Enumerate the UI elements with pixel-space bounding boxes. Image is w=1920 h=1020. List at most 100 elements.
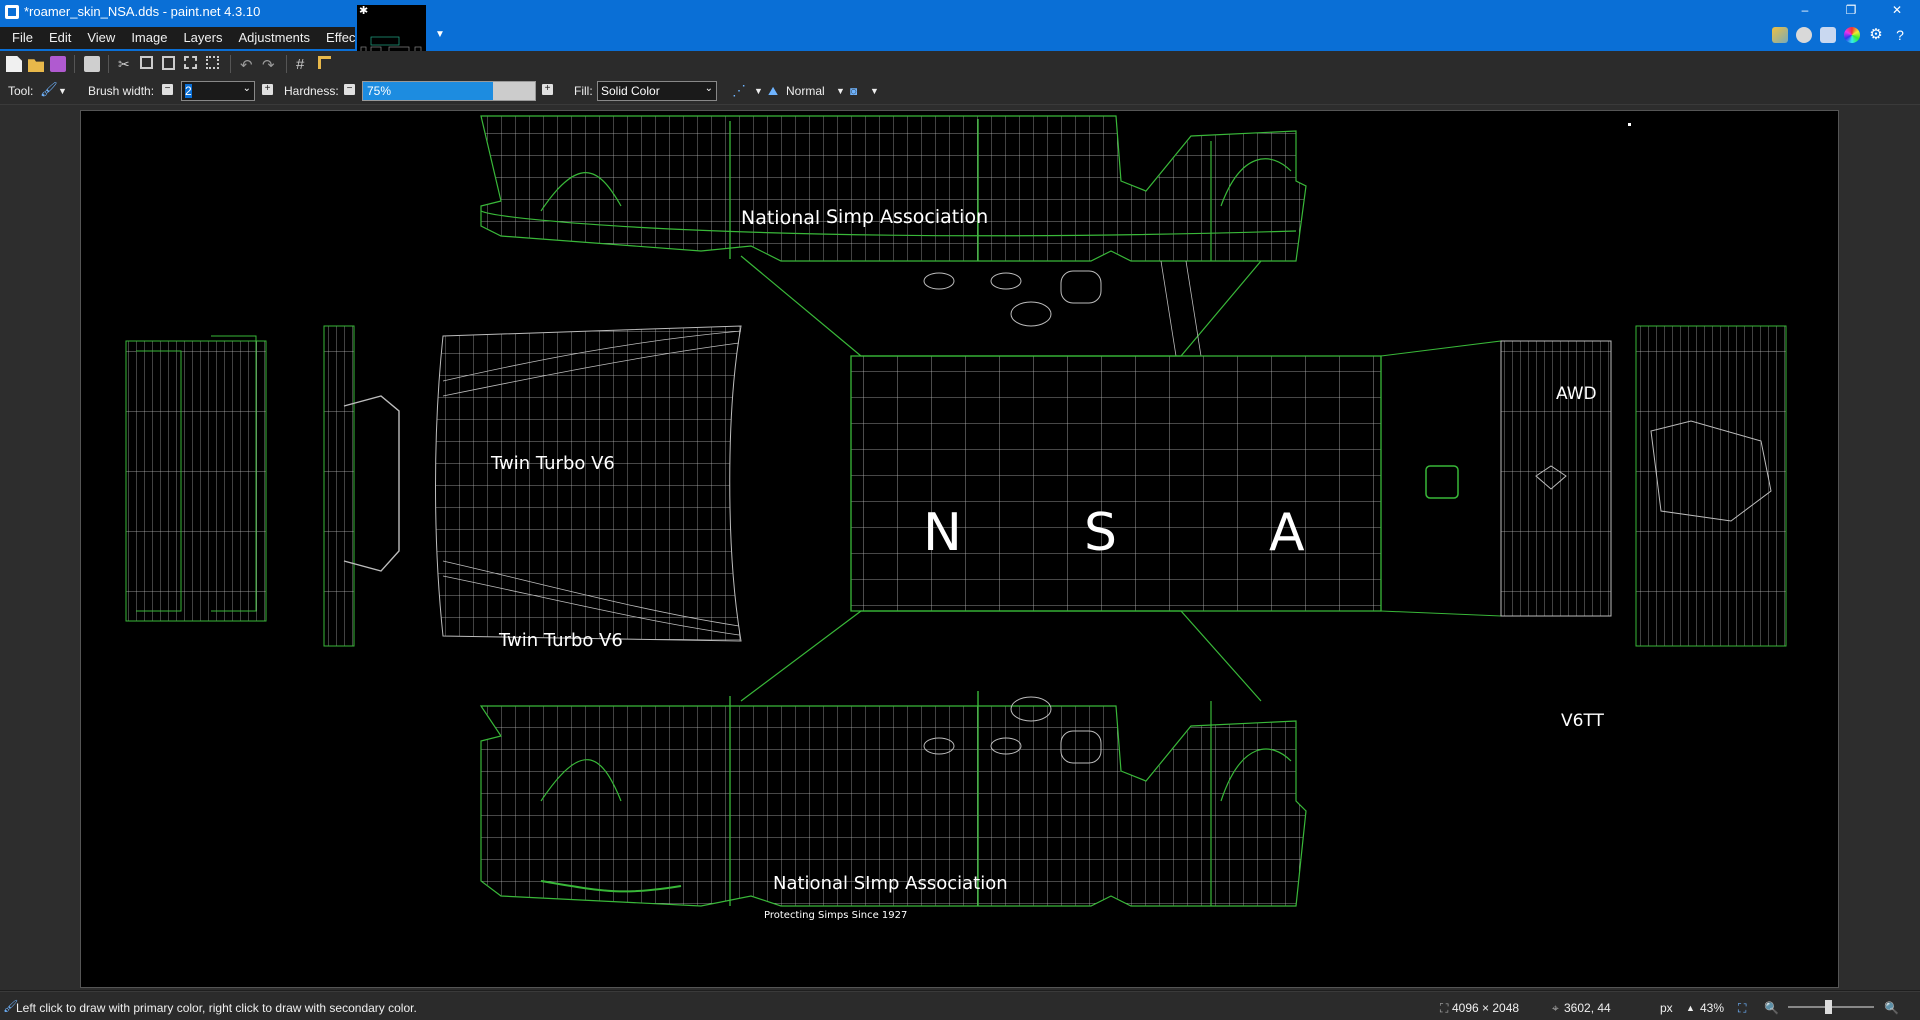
settings-gear-icon[interactable]: ⚙ bbox=[1868, 27, 1884, 43]
rear-bumper-piece bbox=[1635, 325, 1787, 647]
save-file-icon[interactable] bbox=[50, 56, 66, 72]
status-hint: Left click to draw with primary color, r… bbox=[16, 1001, 417, 1015]
hardness-increase-button[interactable]: + bbox=[542, 84, 553, 95]
brush-width-label: Brush width: bbox=[88, 84, 155, 98]
menu-image[interactable]: Image bbox=[123, 27, 175, 49]
paste-icon[interactable] bbox=[162, 56, 175, 70]
top-side-panel bbox=[480, 115, 1307, 357]
copy-icon[interactable] bbox=[140, 56, 153, 69]
window-title: *roamer_skin_NSA.dds - paint.net 4.3.10 bbox=[24, 4, 261, 19]
deselect-icon[interactable] bbox=[206, 56, 219, 69]
undo-icon[interactable]: ↶ bbox=[240, 56, 256, 74]
layers-window-icon[interactable] bbox=[1820, 27, 1836, 43]
bottom-side-panel bbox=[479, 610, 1307, 907]
roof-letter-a: A bbox=[1269, 503, 1305, 563]
open-file-icon[interactable] bbox=[28, 59, 44, 72]
toolbar-separator bbox=[74, 55, 75, 73]
zoom-value[interactable]: 43% bbox=[1700, 1001, 1724, 1015]
selection-mode-chevron-icon[interactable]: ▼ bbox=[870, 86, 879, 96]
canvas-workspace[interactable]: National Simp Association Twin Turbo V6 … bbox=[0, 105, 1920, 990]
hood-panel bbox=[435, 325, 742, 642]
colors-window-icon[interactable] bbox=[1844, 27, 1860, 43]
antialiasing-icon[interactable]: ⋰ bbox=[732, 82, 746, 99]
hardness-slider[interactable]: 75% bbox=[362, 81, 536, 101]
fill-chevron-icon[interactable]: ⌄ bbox=[705, 83, 713, 94]
units-select[interactable]: px bbox=[1660, 1001, 1673, 1015]
close-image-icon[interactable]: ✱ bbox=[359, 4, 368, 17]
menu-layers[interactable]: Layers bbox=[175, 27, 230, 49]
new-file-icon[interactable] bbox=[6, 56, 22, 72]
antialiasing-chevron-icon[interactable]: ▼ bbox=[754, 86, 763, 96]
blend-mode-select[interactable]: Normal bbox=[786, 84, 825, 98]
print-icon[interactable] bbox=[84, 56, 100, 72]
tailgate-text-awd: AWD bbox=[1556, 384, 1597, 404]
side-text-national: National bbox=[741, 207, 821, 229]
paintbrush-tool-icon[interactable]: 🖌 bbox=[40, 81, 58, 98]
fill-select[interactable]: Solid Color ⌄ bbox=[597, 81, 717, 101]
tool-options-bar: Tool: 🖌 ▼ Brush width: − 2 ⌄ + Hardness:… bbox=[0, 77, 1920, 105]
tool-label: Tool: bbox=[8, 84, 34, 98]
grille-piece bbox=[323, 325, 400, 647]
hood-text-twin-turbo-2: Twin Turbo V6 bbox=[499, 630, 623, 651]
hood-text-twin-turbo-1: Twin Turbo V6 bbox=[491, 453, 615, 474]
blend-mode-chevron-icon[interactable]: ▼ bbox=[836, 86, 845, 96]
toolbar-separator bbox=[230, 55, 231, 73]
roof-letter-s: S bbox=[1084, 503, 1118, 563]
side-text-national-simp-association: National SImp Association bbox=[773, 873, 1008, 894]
utility-icons: ⚙ ? bbox=[1772, 27, 1908, 43]
redo-icon[interactable]: ↷ bbox=[262, 56, 278, 74]
tool-chevron-down-icon[interactable]: ▼ bbox=[58, 86, 67, 96]
selection-mode-icon[interactable]: ◙ bbox=[850, 84, 857, 98]
image-canvas[interactable]: National Simp Association Twin Turbo V6 … bbox=[80, 110, 1839, 988]
toolbar-separator bbox=[286, 55, 287, 73]
restore-button[interactable]: ❐ bbox=[1828, 0, 1874, 20]
history-window-icon[interactable] bbox=[1796, 27, 1812, 43]
door-handle-parts-top bbox=[923, 270, 1102, 327]
fill-label: Fill: bbox=[574, 84, 593, 98]
roof-panel bbox=[850, 340, 1502, 617]
tailgate-panel bbox=[1425, 340, 1612, 617]
fill-value: Solid Color bbox=[601, 84, 660, 98]
side-text-protecting-simps: Protecting Simps Since 1927 bbox=[764, 910, 908, 921]
cut-icon[interactable]: ✂ bbox=[118, 56, 134, 72]
brush-width-input[interactable]: 2 ⌄ bbox=[181, 81, 255, 101]
brush-width-decrease-button[interactable]: − bbox=[162, 84, 173, 95]
rulers-icon[interactable] bbox=[318, 56, 331, 69]
toolbar-separator bbox=[108, 55, 109, 73]
stray-pixel bbox=[1628, 123, 1631, 126]
close-button[interactable]: ✕ bbox=[1874, 0, 1920, 20]
image-size-icon: ⛶ bbox=[1440, 1001, 1449, 1015]
tailgate-text-v6tt: V6TT bbox=[1561, 711, 1604, 731]
blend-mode-icon[interactable]: ⛰ bbox=[768, 84, 778, 99]
menu-edit[interactable]: Edit bbox=[41, 27, 79, 49]
tools-window-icon[interactable] bbox=[1772, 27, 1788, 43]
crop-to-selection-icon[interactable] bbox=[184, 56, 197, 69]
front-bumper-piece bbox=[125, 335, 267, 622]
minimize-button[interactable]: – bbox=[1782, 0, 1828, 20]
hardness-decrease-button[interactable]: − bbox=[344, 84, 355, 95]
cursor-position-icon: ⌖ bbox=[1552, 1001, 1559, 1015]
zoom-to-window-icon[interactable]: ⛶ bbox=[1738, 1001, 1746, 1016]
window-controls: – ❐ ✕ bbox=[1782, 0, 1920, 20]
brush-width-chevron-icon[interactable]: ⌄ bbox=[243, 83, 251, 94]
zoom-out-icon[interactable]: 🔍 bbox=[1764, 1001, 1779, 1015]
hardness-value: 75% bbox=[367, 84, 392, 98]
paintnet-app-icon[interactable] bbox=[5, 5, 19, 19]
zoom-in-icon[interactable]: 🔍 bbox=[1884, 1001, 1899, 1015]
help-icon[interactable]: ? bbox=[1892, 27, 1908, 43]
menu-bar: File Edit View Image Layers Adjustments … bbox=[0, 27, 374, 49]
zoom-slider[interactable] bbox=[1788, 1000, 1874, 1014]
cursor-position: 3602, 44 bbox=[1564, 1001, 1611, 1015]
side-text-simp-association: Simp Association bbox=[826, 206, 989, 228]
brush-width-increase-button[interactable]: + bbox=[262, 84, 273, 95]
grid-icon[interactable]: # bbox=[296, 56, 312, 73]
roof-letter-n: N bbox=[923, 503, 962, 563]
units-chevron-icon[interactable]: ▲ bbox=[1686, 1003, 1695, 1013]
status-bar: 🖌 Left click to draw with primary color,… bbox=[0, 991, 1920, 1020]
zoom-slider-thumb[interactable] bbox=[1825, 1000, 1832, 1014]
menu-adjustments[interactable]: Adjustments bbox=[230, 27, 318, 49]
menu-file[interactable]: File bbox=[4, 27, 41, 49]
menu-view[interactable]: View bbox=[79, 27, 123, 49]
image-size: 4096 × 2048 bbox=[1452, 1001, 1520, 1015]
tab-list-dropdown-icon[interactable]: ▼ bbox=[435, 29, 447, 40]
